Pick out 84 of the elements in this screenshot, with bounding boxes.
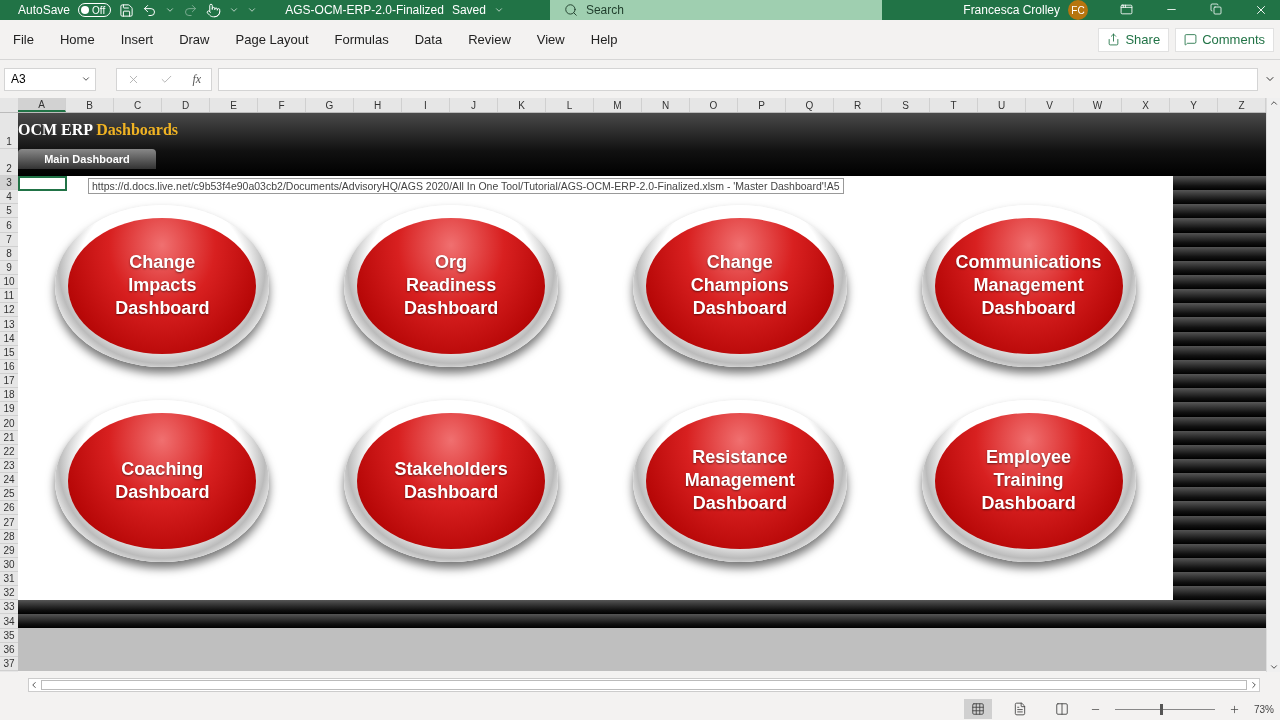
dashboard-button[interactable]: Coaching Dashboard — [55, 399, 270, 562]
column-header[interactable]: X — [1122, 98, 1170, 112]
column-header[interactable]: S — [882, 98, 930, 112]
column-header[interactable]: V — [1026, 98, 1074, 112]
column-header[interactable]: K — [498, 98, 546, 112]
ribbon-tab[interactable]: Formulas — [334, 32, 403, 47]
column-header[interactable]: O — [690, 98, 738, 112]
sheet-title: OCM ERP Dashboards — [18, 120, 180, 140]
column-header[interactable]: C — [114, 98, 162, 112]
column-header[interactable]: A — [18, 98, 66, 112]
autosave-label: AutoSave — [18, 3, 71, 17]
column-header[interactable]: D — [162, 98, 210, 112]
ribbon-tab[interactable]: Help — [590, 32, 632, 47]
column-header[interactable]: I — [402, 98, 450, 112]
caret-icon — [81, 74, 91, 84]
column-header[interactable]: R — [834, 98, 882, 112]
caret-icon[interactable] — [493, 5, 504, 15]
row-header[interactable]: 3 — [0, 176, 18, 191]
ribbon-tab[interactable]: Insert — [120, 32, 168, 47]
selected-cell[interactable] — [18, 176, 67, 191]
dashboard-button[interactable]: Resistance Management Dashboard — [632, 399, 847, 562]
page-icon — [1013, 702, 1027, 716]
column-header[interactable]: P — [738, 98, 786, 112]
search-field[interactable]: Search — [549, 0, 882, 20]
column-header[interactable]: L — [546, 98, 594, 112]
dashboard-button[interactable]: Org Readiness Dashboard — [344, 204, 559, 367]
hyperlink-tooltip: https://d.docs.live.net/c9b53f4e90a03cb2/Documents/AdvisoryHQ/AGS 2020/All In One Tool/Tutorial/AGS-OCM-ERP-2.0-Finalized.xlsm - 'Master Dashboard'!A5 — [88, 178, 844, 194]
zoom-in-icon[interactable] — [1229, 703, 1240, 715]
insert-function-label[interactable]: fx — [192, 71, 202, 87]
ribbon-tab[interactable]: View — [536, 32, 579, 47]
scroll-down-icon[interactable] — [1268, 662, 1279, 672]
column-header[interactable]: W — [1074, 98, 1122, 112]
column-header[interactable]: J — [450, 98, 498, 112]
redo-icon[interactable] — [183, 2, 199, 18]
column-header[interactable]: U — [978, 98, 1026, 112]
column-header[interactable]: Y — [1170, 98, 1218, 112]
ribbon-tab[interactable]: Home — [59, 32, 109, 47]
column-header[interactable]: H — [354, 98, 402, 112]
user-name: Francesca Crolley — [963, 3, 1060, 17]
dashboard-button[interactable]: Stakeholders Dashboard — [344, 399, 559, 562]
column-header[interactable]: Q — [786, 98, 834, 112]
touch-icon[interactable] — [206, 2, 222, 18]
save-status: Saved — [451, 3, 486, 17]
ribbon-tab[interactable]: Page Layout — [235, 32, 323, 47]
user-avatar[interactable]: FC — [1068, 0, 1088, 20]
search-icon — [563, 3, 578, 17]
column-header[interactable]: T — [930, 98, 978, 112]
ribbon-tab[interactable]: Data — [414, 32, 457, 47]
name-box[interactable]: A3 — [4, 67, 96, 91]
caret-icon[interactable] — [165, 5, 176, 15]
save-icon[interactable] — [119, 2, 135, 18]
scroll-left-icon — [29, 680, 39, 690]
columns-icon — [1055, 702, 1069, 716]
dashboard-button[interactable]: Change Impacts Dashboard — [55, 204, 270, 367]
scroll-right-icon — [1249, 680, 1259, 690]
main-dashboard-button[interactable]: Main Dashboard — [18, 149, 156, 169]
formula-input[interactable] — [218, 67, 1258, 91]
share-icon — [1107, 33, 1121, 46]
column-header[interactable]: F — [258, 98, 306, 112]
document-title[interactable]: AGS-OCM-ERP-2.0-Finalized — [285, 3, 444, 17]
share-button[interactable]: Share — [1098, 27, 1170, 52]
dashboard-button[interactable]: Employee Training Dashboard — [921, 399, 1136, 562]
restore-icon[interactable] — [1210, 3, 1222, 15]
ribbon-tab[interactable]: Draw — [179, 32, 224, 47]
caret-icon[interactable] — [229, 5, 240, 15]
scroll-up-icon[interactable] — [1268, 98, 1279, 108]
grid-icon — [971, 702, 985, 716]
column-header[interactable]: M — [594, 98, 642, 112]
ribbon-tab[interactable]: File — [13, 32, 48, 47]
undo-icon[interactable] — [142, 2, 158, 18]
column-header[interactable]: N — [642, 98, 690, 112]
comments-button[interactable]: Comments — [1175, 27, 1274, 52]
column-header[interactable]: B — [66, 98, 114, 112]
ribbon-display-icon[interactable] — [1120, 3, 1133, 16]
column-header[interactable]: E — [210, 98, 258, 112]
ribbon-tab[interactable]: Review — [468, 32, 525, 47]
dashboard-button[interactable]: Communications Management Dashboard — [921, 204, 1136, 367]
close-icon[interactable] — [1254, 3, 1268, 17]
horizontal-scrollbar[interactable] — [28, 678, 1260, 692]
dashboard-button[interactable]: Change Champions Dashboard — [632, 204, 847, 367]
zoom-level[interactable]: 73% — [1254, 703, 1274, 715]
view-button[interactable] — [964, 699, 992, 719]
comment-icon — [1184, 33, 1198, 46]
column-header[interactable]: G — [306, 98, 354, 112]
